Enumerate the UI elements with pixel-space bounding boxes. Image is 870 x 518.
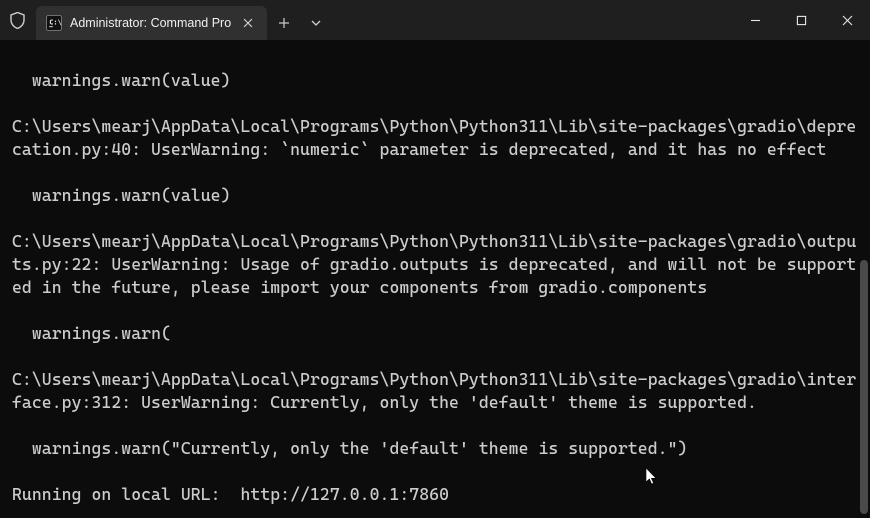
new-tab-button[interactable] — [267, 6, 301, 40]
tab-title: Administrator: Command Pro — [70, 16, 231, 30]
maximize-button[interactable] — [778, 0, 824, 40]
terminal-line: warnings.warn("Currently, only the 'defa… — [12, 437, 860, 460]
tab-active[interactable]: C:\ Administrator: Command Pro — [36, 6, 267, 40]
titlebar-drag-area[interactable] — [331, 0, 732, 40]
scrollbar-thumb[interactable] — [860, 260, 868, 514]
shield-icon — [0, 0, 34, 40]
terminal-output[interactable]: warnings.warn(value) C:\Users\mearj\AppD… — [0, 40, 870, 518]
close-button[interactable] — [824, 0, 870, 40]
terminal-line: C:\Users\mearj\AppData\Local\Programs\Py… — [12, 368, 860, 414]
tab-close-button[interactable] — [239, 14, 257, 32]
window-controls — [732, 0, 870, 40]
terminal-line: warnings.warn( — [12, 322, 860, 345]
vertical-scrollbar[interactable] — [860, 44, 868, 514]
terminal-line: Running on local URL: http://127.0.0.1:7… — [12, 483, 860, 506]
terminal-line: warnings.warn(value) — [12, 184, 860, 207]
terminal-line: C:\Users\mearj\AppData\Local\Programs\Py… — [12, 230, 860, 299]
tab-dropdown-button[interactable] — [301, 6, 331, 40]
terminal-line: C:\Users\mearj\AppData\Local\Programs\Py… — [12, 115, 860, 161]
cmd-icon: C:\ — [46, 15, 62, 31]
title-bar: C:\ Administrator: Command Pro — [0, 0, 870, 40]
svg-text:C:\: C:\ — [49, 19, 62, 27]
terminal-line: warnings.warn(value) — [12, 69, 860, 92]
minimize-button[interactable] — [732, 0, 778, 40]
